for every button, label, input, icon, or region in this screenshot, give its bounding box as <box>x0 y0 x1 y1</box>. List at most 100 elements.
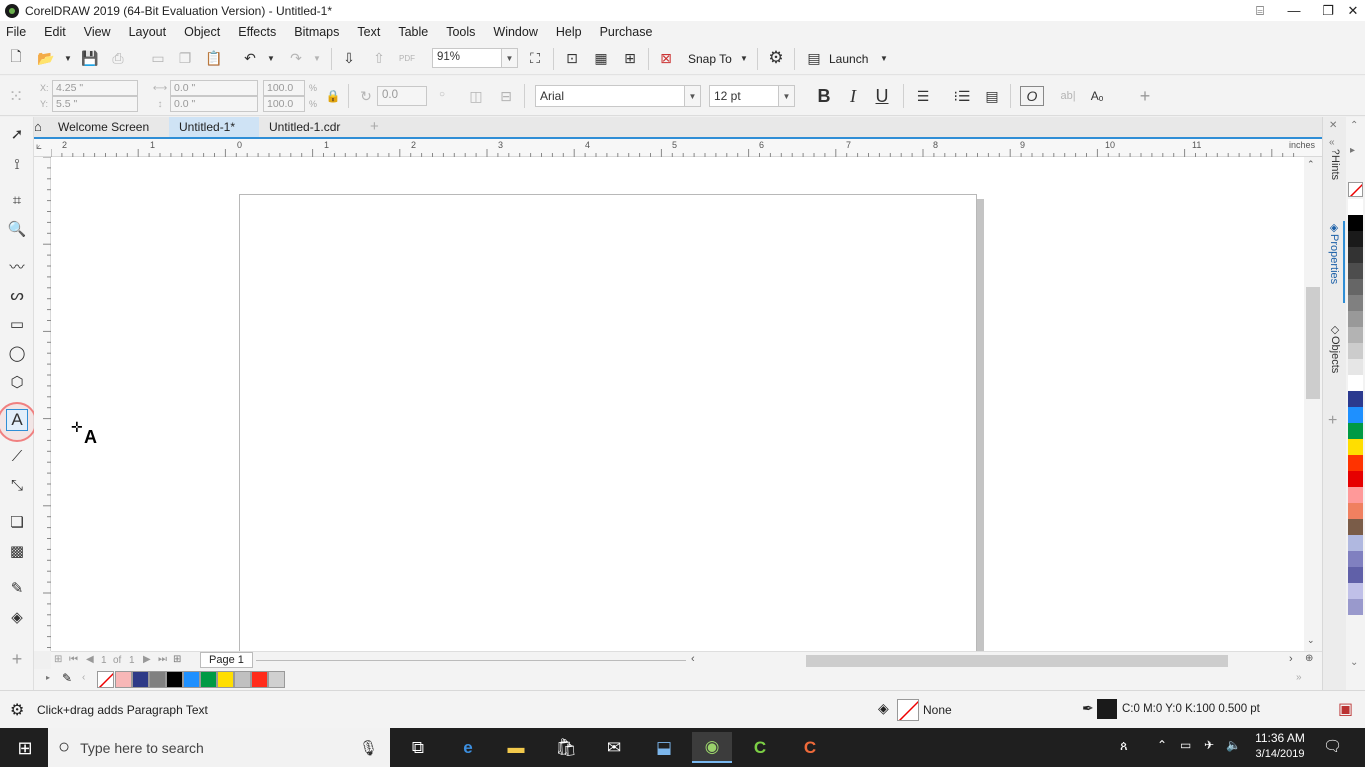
undo-icon[interactable]: ↶ <box>240 48 260 68</box>
edge-browser-icon[interactable]: e <box>448 732 488 763</box>
scale-x-field[interactable]: 100.0 <box>263 80 305 96</box>
export-icon[interactable]: ⇧ <box>369 48 389 68</box>
scroll-right-icon[interactable]: › <box>1289 653 1293 665</box>
first-page-icon[interactable]: ⏮ <box>69 654 78 665</box>
underline-button[interactable]: U <box>872 86 892 106</box>
snap-to-dropdown-icon[interactable]: ▼ <box>734 48 754 68</box>
docker-close-icon[interactable]: ✕ <box>1329 120 1337 131</box>
next-page-icon[interactable]: ▶ <box>143 654 151 665</box>
height-field[interactable]: 0.0 " <box>170 96 258 112</box>
color-swatch[interactable] <box>1348 519 1363 535</box>
document-color-swatch[interactable] <box>217 671 234 688</box>
palette-menu-icon[interactable]: ▸ <box>46 673 50 682</box>
docker-tab-objects[interactable]: ◇ Objects <box>1325 323 1345 387</box>
volume-icon[interactable]: 🔈 <box>1226 738 1241 752</box>
previous-page-icon[interactable]: ◀ <box>86 654 94 665</box>
menu-table[interactable]: Table <box>398 25 428 39</box>
document-color-swatch[interactable] <box>115 671 132 688</box>
text-alignment-icon[interactable]: ☰ <box>913 86 933 106</box>
rectangle-tool-icon[interactable]: ▭ <box>6 313 28 335</box>
snap-to-icon[interactable]: ⊠ <box>656 48 676 68</box>
color-swatch[interactable] <box>1348 439 1363 455</box>
font-size-field[interactable]: 12 pt <box>709 85 779 107</box>
save-icon[interactable]: 💾 <box>80 48 100 68</box>
x-position-field[interactable]: 4.25 " <box>52 80 138 96</box>
color-swatch[interactable] <box>1348 343 1363 359</box>
launch-label[interactable]: Launch <box>829 52 868 66</box>
redo-icon[interactable]: ↷ <box>286 48 306 68</box>
no-color-swatch-right[interactable] <box>1348 182 1363 197</box>
color-swatch[interactable] <box>1348 503 1363 519</box>
font-size-dropdown-icon[interactable]: ▼ <box>779 85 795 107</box>
color-swatch[interactable] <box>1348 551 1363 567</box>
paste-icon[interactable]: 📋 <box>204 48 224 68</box>
color-swatch[interactable] <box>1348 391 1363 407</box>
drawing-canvas[interactable]: ✛ A <box>51 157 1304 651</box>
menu-view[interactable]: View <box>84 25 111 39</box>
color-swatch[interactable] <box>1348 375 1363 391</box>
full-screen-icon[interactable]: ⛶ <box>525 48 545 68</box>
outline-color-swatch[interactable] <box>1097 699 1117 719</box>
clock-date[interactable]: 3/14/2019 <box>1250 748 1310 760</box>
text-properties-icon[interactable]: O <box>1020 86 1044 106</box>
menu-edit[interactable]: Edit <box>44 25 66 39</box>
minimize-button[interactable]: — <box>1277 0 1311 21</box>
color-swatch[interactable] <box>1348 311 1363 327</box>
edit-text-icon[interactable]: ab| <box>1058 86 1078 106</box>
color-swatch[interactable] <box>1348 487 1363 503</box>
color-swatch[interactable] <box>1348 583 1363 599</box>
battery-icon[interactable]: ▭ <box>1180 738 1191 752</box>
scroll-up-icon[interactable]: ⌃ <box>1307 159 1315 170</box>
color-swatch[interactable] <box>1348 231 1363 247</box>
freehand-tool-icon[interactable]: 〰 <box>6 255 28 277</box>
zoom-dropdown-icon[interactable]: ▼ <box>502 48 518 68</box>
transparency-tool-icon[interactable]: ▩ <box>6 540 28 562</box>
crop-tool-icon[interactable]: ⌗ <box>6 189 28 211</box>
width-field[interactable]: 0.0 " <box>170 80 258 96</box>
color-swatch[interactable] <box>1348 295 1363 311</box>
add-icon[interactable]: + <box>1135 86 1155 106</box>
document-color-swatch[interactable] <box>166 671 183 688</box>
menu-effects[interactable]: Effects <box>238 25 276 39</box>
coreldraw-taskbar-icon[interactable]: ◉ <box>692 732 732 763</box>
document-color-swatch[interactable] <box>132 671 149 688</box>
tab-untitled-1-cdr[interactable]: Untitled-1.cdr <box>259 117 350 137</box>
tab-untitled-1-active[interactable]: Untitled-1* <box>169 117 259 137</box>
show-grid-icon[interactable]: ▦ <box>591 48 611 68</box>
color-swatch[interactable] <box>1348 535 1363 551</box>
pick-tool-icon[interactable]: ➚ <box>6 123 28 145</box>
redo-dropdown-icon[interactable]: ▼ <box>307 48 327 68</box>
document-color-swatch[interactable] <box>183 671 200 688</box>
open-dropdown-icon[interactable]: ▼ <box>58 48 78 68</box>
action-center-icon[interactable]: 🗨 <box>1323 737 1342 755</box>
page-options-icon[interactable]: ⊞ <box>54 654 62 665</box>
menu-layout[interactable]: Layout <box>129 25 167 39</box>
drop-shadow-tool-icon[interactable]: ❏ <box>6 511 28 533</box>
horizontal-scroll-thumb[interactable] <box>806 655 1228 667</box>
mail-icon[interactable]: ✉ <box>594 732 634 763</box>
page-1-tab[interactable]: Page 1 <box>200 652 253 668</box>
launch-dropdown-icon[interactable]: ▼ <box>874 48 894 68</box>
drop-cap-icon[interactable]: ▤ <box>982 86 1002 106</box>
y-position-field[interactable]: 5.5 " <box>52 96 138 112</box>
status-gear-icon[interactable]: ⚙ <box>10 700 24 720</box>
publish-pdf-icon[interactable]: PDF <box>397 48 417 68</box>
docker-tab-hints[interactable]: ? Hints <box>1325 149 1345 197</box>
reference-point-icon[interactable]: ⁙ <box>6 86 26 106</box>
document-color-swatch[interactable] <box>234 671 251 688</box>
interactive-fill-tool-icon[interactable]: ◈ <box>6 606 28 628</box>
network-icon[interactable]: ✈ <box>1204 738 1214 752</box>
text-tool-icon[interactable]: A <box>6 409 28 431</box>
task-view-icon[interactable]: ⧉ <box>398 732 438 763</box>
color-swatch[interactable] <box>1348 247 1363 263</box>
show-guidelines-icon[interactable]: ⊞ <box>620 48 640 68</box>
microphone-icon[interactable]: 🎙 <box>359 739 378 757</box>
mirror-horizontal-icon[interactable]: ◫ <box>466 86 486 106</box>
palette-eyedropper-icon[interactable]: ✎ <box>62 671 72 685</box>
character-format-icon[interactable]: Aₒ <box>1087 86 1107 106</box>
menu-tools[interactable]: Tools <box>446 25 475 39</box>
rotation-field[interactable]: 0.0 <box>377 86 427 106</box>
menu-file[interactable]: File <box>6 25 26 39</box>
parallel-dimension-tool-icon[interactable]: ⟋ <box>6 445 28 467</box>
palette-scroll-down-icon[interactable]: ⌄ <box>1350 657 1358 668</box>
